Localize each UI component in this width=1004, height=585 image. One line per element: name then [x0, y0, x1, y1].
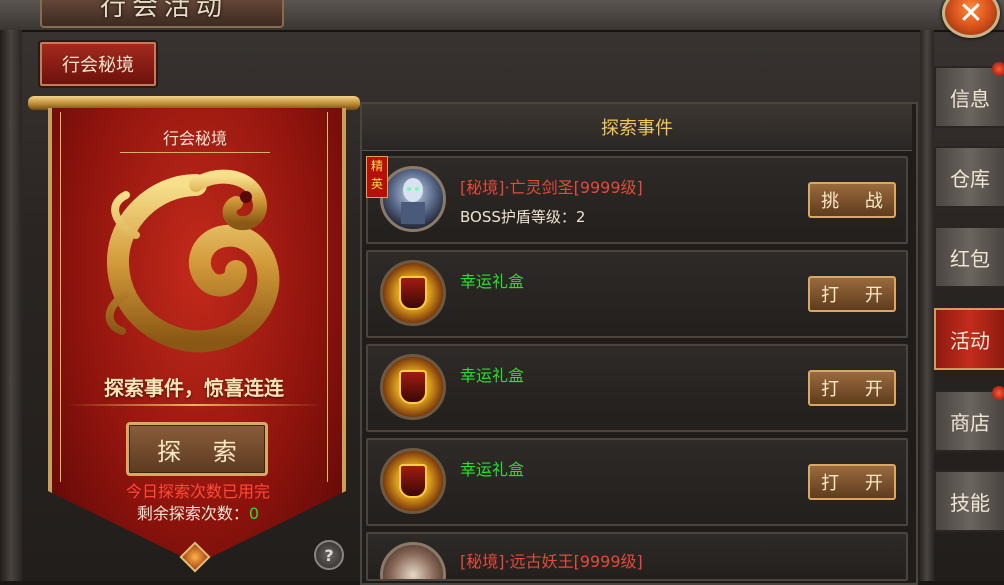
tab-skills[interactable]: 技能 — [934, 470, 1004, 532]
remaining-label: 剩余探索次数： — [136, 504, 249, 523]
dragon-emblem-icon — [105, 169, 280, 353]
gem-icon — [399, 464, 427, 498]
notification-dot — [992, 386, 1004, 400]
lucky-box-icon — [380, 260, 446, 326]
event-title: 幸运礼盒 — [460, 460, 525, 479]
event-row: [秘境]·远古妖王[9999级] — [366, 532, 908, 581]
tab-warehouse[interactable]: 仓库 — [934, 146, 1004, 208]
event-title: 幸运礼盒 — [460, 366, 525, 385]
open-button[interactable]: 打 开 — [808, 276, 896, 312]
remaining-count: 0 — [248, 504, 260, 523]
explore-button[interactable]: 探 索 — [126, 422, 268, 476]
tab-red-packet[interactable]: 红包 — [934, 226, 1004, 288]
event-row: 幸运礼盒 打 开 — [366, 438, 908, 526]
left-border — [0, 30, 22, 581]
event-list-header: 探索事件 — [362, 104, 912, 151]
event-row: 幸运礼盒 打 开 — [366, 344, 908, 432]
open-button[interactable]: 打 开 — [808, 370, 896, 406]
help-button[interactable]: ? — [314, 540, 344, 570]
undead-swordsman-icon — [380, 166, 446, 232]
banner-title: 行会秘境 — [120, 126, 270, 153]
banner-slogan: 探索事件，惊喜连连 — [104, 376, 284, 400]
banner-rod — [28, 96, 360, 110]
gem-icon — [399, 370, 427, 404]
event-row: 精英 [秘境]·亡灵剑圣[9999级] BOSS护盾等级：2 挑 战 — [366, 156, 908, 244]
event-title: 幸运礼盒 — [460, 272, 525, 291]
lucky-box-icon — [380, 448, 446, 514]
remaining-explores: 剩余探索次数：0 — [90, 500, 306, 524]
tab-shop[interactable]: 商店 — [934, 390, 1004, 452]
tab-activity[interactable]: 活动 — [934, 308, 1004, 370]
slogan-divider — [66, 404, 322, 406]
event-title: [秘境]·亡灵剑圣[9999级] — [460, 178, 643, 197]
elite-tag: 精英 — [366, 156, 388, 198]
event-title: [秘境]·远古妖王[9999级] — [460, 552, 643, 571]
lucky-box-icon — [380, 354, 446, 420]
event-subtitle: BOSS护盾等级：2 — [460, 208, 586, 226]
notification-dot — [992, 62, 1004, 76]
tab-guild-secret[interactable]: 行会秘境 — [40, 42, 156, 86]
event-row: 幸运礼盒 打 开 — [366, 250, 908, 338]
boss-icon — [380, 542, 446, 579]
tab-info[interactable]: 信息 — [934, 66, 1004, 128]
challenge-button[interactable]: 挑 战 — [808, 182, 896, 218]
right-border — [920, 30, 934, 581]
close-icon: ✕ — [958, 0, 984, 31]
window-title: 行会活动 — [100, 0, 229, 22]
open-button[interactable]: 打 开 — [808, 464, 896, 500]
gem-icon — [399, 276, 427, 310]
explore-status: 今日探索次数已用完 — [125, 482, 270, 501]
